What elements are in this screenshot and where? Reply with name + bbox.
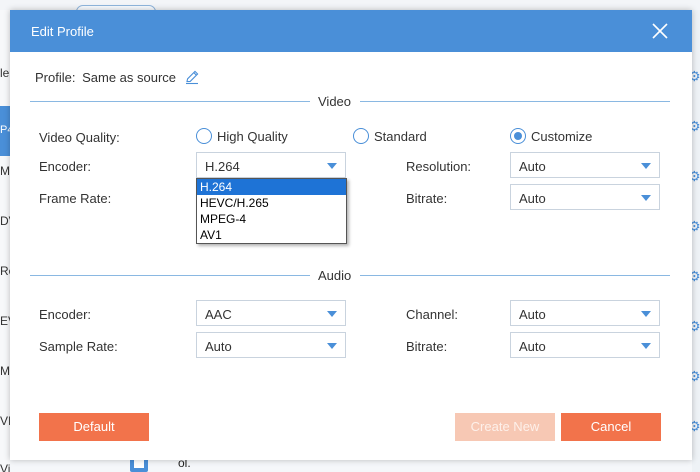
profile-row: Profile: Same as source	[35, 70, 176, 85]
video-encoder-dropdown-list: H.264 HEVC/H.265 MPEG-4 AV1	[196, 178, 347, 244]
radio-standard-circle[interactable]	[353, 128, 369, 144]
video-encoder-label: Encoder:	[39, 159, 92, 174]
profile-label: Profile:	[35, 70, 76, 85]
audio-encoder-value: AAC	[205, 307, 232, 322]
video-encoder-value: H.264	[205, 159, 240, 174]
video-section-divider-right	[360, 101, 670, 102]
encoder-option-hevc[interactable]: HEVC/H.265	[197, 195, 346, 211]
background-sidebar-label: Re	[0, 264, 10, 278]
background-sidebar-label: DV	[0, 214, 10, 228]
radio-standard[interactable]: Standard	[353, 128, 427, 144]
audio-bitrate-select[interactable]: Auto	[510, 332, 660, 358]
background-sidebar-label: le	[0, 66, 10, 80]
create-new-button[interactable]: Create New	[455, 413, 555, 441]
radio-high-quality-label: High Quality	[217, 128, 288, 144]
video-quality-label: Video Quality:	[39, 130, 120, 145]
encoder-option-mpeg4[interactable]: MPEG-4	[197, 211, 346, 227]
audio-bitrate-value: Auto	[519, 339, 546, 354]
radio-high-quality-circle[interactable]	[196, 128, 212, 144]
background-sidebar-label: Video	[0, 462, 10, 472]
chevron-down-icon	[641, 311, 651, 317]
background-sidebar-label: VI	[0, 414, 10, 428]
chevron-down-icon	[641, 195, 651, 201]
resolution-label: Resolution:	[406, 159, 472, 174]
background-sidebar: le P4 M DV Re EV M VI Video	[0, 10, 10, 472]
chevron-down-icon	[327, 311, 337, 317]
edit-profile-name-button[interactable]	[184, 69, 200, 85]
background-sidebar-active-label: P4	[0, 124, 10, 136]
radio-customize[interactable]: Customize	[510, 128, 592, 144]
frame-rate-label: Frame Rate:	[39, 191, 112, 206]
pencil-icon	[186, 70, 199, 85]
video-section-divider-left	[30, 101, 310, 102]
chevron-down-icon	[327, 163, 337, 169]
video-bitrate-select[interactable]: Auto	[510, 184, 660, 210]
radio-customize-label: Customize	[531, 128, 593, 144]
encoder-option-h264[interactable]: H.264	[197, 179, 346, 195]
dialog-title: Edit Profile	[31, 24, 94, 39]
audio-encoder-select[interactable]: AAC	[196, 300, 346, 326]
close-button[interactable]	[650, 21, 670, 41]
video-encoder-select[interactable]: H.264	[196, 152, 346, 178]
chevron-down-icon	[327, 343, 337, 349]
background-toolbar	[0, 0, 700, 19]
sample-rate-label: Sample Rate:	[39, 339, 118, 354]
audio-section-divider-left	[30, 275, 310, 276]
background-sidebar-label: M	[0, 164, 10, 178]
audio-encoder-label: Encoder:	[39, 307, 92, 322]
cancel-button[interactable]: Cancel	[561, 413, 661, 441]
radio-customize-circle[interactable]	[510, 128, 526, 144]
chevron-down-icon	[641, 163, 651, 169]
encoder-option-av1[interactable]: AV1	[197, 227, 346, 243]
background-sidebar-label: M	[0, 364, 10, 378]
edit-profile-dialog: Edit Profile Profile: Same as source Vid…	[10, 10, 692, 460]
audio-bitrate-label: Bitrate:	[406, 339, 448, 354]
chevron-down-icon	[641, 343, 651, 349]
background-sidebar-active-item: P4	[0, 106, 10, 156]
video-section-title: Video	[318, 94, 352, 109]
sample-rate-select[interactable]: Auto	[196, 332, 346, 358]
radio-high-quality[interactable]: High Quality	[196, 128, 288, 144]
channel-value: Auto	[519, 307, 546, 322]
resolution-value: Auto	[519, 159, 546, 174]
close-icon	[652, 23, 668, 39]
resolution-select[interactable]: Auto	[510, 152, 660, 178]
channel-label: Channel:	[406, 307, 459, 322]
default-button[interactable]: Default	[39, 413, 149, 441]
background-sidebar-label: EV	[0, 314, 10, 328]
sample-rate-value: Auto	[205, 339, 232, 354]
radio-standard-label: Standard	[374, 128, 427, 144]
channel-select[interactable]: Auto	[510, 300, 660, 326]
audio-section-title: Audio	[318, 268, 352, 283]
profile-value: Same as source	[82, 70, 177, 85]
audio-section-divider-right	[360, 275, 670, 276]
video-bitrate-value: Auto	[519, 191, 546, 206]
video-bitrate-label: Bitrate:	[406, 191, 448, 206]
dialog-titlebar: Edit Profile	[10, 10, 692, 52]
